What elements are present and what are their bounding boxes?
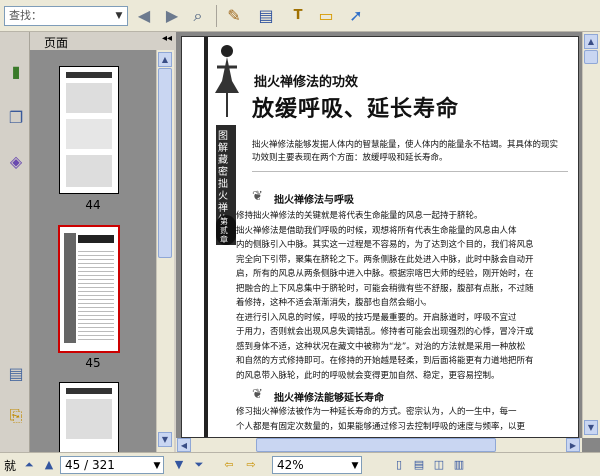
navigation-sidebar: ▮ ❐ ◈ ▤ ⎘ bbox=[0, 32, 30, 452]
panel-header: 页面 ◂◂ bbox=[30, 32, 176, 50]
body-text-line: 和自然的方式修持即可。在修持的开始越是轻柔，到后面将能更有力道地把所有 bbox=[236, 356, 534, 366]
body-text-line: 在进行引入风息的时候，呼吸的技巧是最重要的。开启脉道时，呼吸不宜过 bbox=[236, 312, 517, 323]
document-view: 图解藏密拙火禅修 第贰章 拙火禅修法的功效 放缓呼吸、延长寿命 拙火禅修法能够发… bbox=[176, 32, 600, 452]
body-text-line: 着修持，这种不适会渐渐消失，腹部也自然会缩小。 bbox=[236, 298, 432, 308]
thumb-figure bbox=[66, 155, 112, 187]
body-text-line: 于用力，否则就会出现风息失调错乱。修持者可能会出现强烈的心悸，冒冷汗或 bbox=[236, 327, 534, 337]
forward-icon[interactable]: ▶ bbox=[160, 4, 184, 28]
page-side-rule bbox=[204, 37, 208, 437]
pages-icon[interactable]: ❐ bbox=[5, 106, 27, 130]
facing-view-icon[interactable]: ◫ bbox=[430, 456, 448, 474]
bookmarks-icon[interactable]: ▮ bbox=[5, 60, 27, 84]
thumb-title bbox=[78, 235, 114, 243]
section-body: 修持拙火禅修法的关键就是将代表生命能量的风息一起持于脐轮。拙火禅修法是借助我们呼… bbox=[236, 209, 572, 383]
body-text-line: 个人都是有固定次数量的，如果能够通过修习去控制呼吸的速度与频率，以更 bbox=[236, 421, 526, 432]
thumb-sidebar-strip bbox=[64, 233, 76, 343]
thumbnail-page-45[interactable] bbox=[58, 225, 120, 353]
toolbar: 查找： ▼ ◀ ▶ ⌕ ✎ ▤ T ▭ ➚ bbox=[0, 0, 600, 32]
chapter-label: 第贰章 bbox=[220, 217, 228, 244]
thumbnail-page-44[interactable] bbox=[59, 66, 119, 194]
section-ornament-icon: ❦ bbox=[252, 387, 263, 402]
layers-icon[interactable]: ◈ bbox=[5, 150, 27, 174]
highlight-icon[interactable]: ✎ bbox=[222, 4, 246, 28]
thumb-heading bbox=[66, 388, 112, 394]
status-bar: 就 ⏶ ▲ 45 / 321 ▼ ▼ ⏷ ⇦ ⇨ 42% ▼ ▯ ▤ ◫ ▥ bbox=[0, 452, 600, 476]
thumb-heading bbox=[66, 72, 112, 78]
thumbnail-panel: 44 45 bbox=[30, 50, 156, 452]
single-page-view-icon[interactable]: ▯ bbox=[390, 456, 408, 474]
body-text-line: 修持拙火禅修法的关键就是将代表生命能量的风息一起持于脐轮。 bbox=[236, 211, 483, 221]
scrollbar-thumb[interactable] bbox=[158, 68, 172, 258]
document-scrollbar[interactable]: ▲ ▼ bbox=[582, 32, 600, 438]
body-text-line: 把融合的上下风息集中于脐轮时，可能会稍微有些不舒服，腹部有点胀，不过随 bbox=[236, 283, 534, 294]
document-page: 图解藏密拙火禅修 第贰章 拙火禅修法的功效 放缓呼吸、延长寿命 拙火禅修法能够发… bbox=[181, 36, 579, 438]
panel-title: 页面 bbox=[44, 36, 69, 50]
body-text-line: 启，所有的风息从两条侧脉中进入中脉。根据宗喀巴大师的经验，刚开始时，在 bbox=[236, 269, 534, 279]
scroll-right-icon[interactable]: ▶ bbox=[566, 438, 580, 452]
toolbar-separator bbox=[216, 5, 217, 27]
scroll-up-icon[interactable]: ▲ bbox=[584, 34, 598, 49]
section-heading: 拙火禅修法与呼吸 bbox=[274, 195, 354, 206]
scroll-left-icon[interactable]: ◀ bbox=[177, 438, 191, 452]
thumbnail-label: 45 bbox=[85, 356, 101, 370]
meditation-figure-illustration bbox=[212, 41, 242, 121]
attachments-icon[interactable]: ⎘ bbox=[5, 404, 27, 428]
thumb-text bbox=[78, 251, 114, 341]
search-zoom-icon[interactable]: ⌕ bbox=[186, 4, 210, 28]
thumbnail-page-46[interactable] bbox=[59, 382, 119, 452]
last-page-icon[interactable]: ⏷ bbox=[190, 456, 208, 474]
prev-page-icon[interactable]: ▲ bbox=[40, 456, 58, 474]
thumb-figure bbox=[66, 399, 112, 439]
scroll-up-icon[interactable]: ▲ bbox=[158, 52, 172, 67]
page-dropdown-icon[interactable]: ▼ bbox=[148, 457, 166, 475]
body-text-line: 修习拙火禅修法被作为一种延长寿命的方式。密宗认为，人的一生中，每一 bbox=[236, 407, 517, 417]
page-subtitle: 拙火禅修法的功效 bbox=[254, 75, 359, 90]
body-text-line: 感到身体不适，这种状况在藏文中被称为“龙”。对治的方法就是采用一种放松 bbox=[236, 341, 526, 352]
history-forward-icon[interactable]: ⇨ bbox=[242, 456, 260, 474]
first-page-icon[interactable]: ⏶ bbox=[20, 456, 38, 474]
arrow-icon[interactable]: ➚ bbox=[344, 4, 368, 28]
section-body: 修习拙火禅修法被作为一种延长寿命的方式。密宗认为，人的一生中，每一 个人都是有固定… bbox=[236, 405, 572, 434]
search-input[interactable]: 查找： ▼ bbox=[4, 6, 128, 26]
hscrollbar-thumb[interactable] bbox=[256, 438, 496, 452]
search-dropdown-icon[interactable]: ▼ bbox=[112, 8, 126, 24]
thumbnail-label: 44 bbox=[85, 198, 101, 212]
divider bbox=[252, 171, 568, 172]
thumb-figure bbox=[66, 119, 112, 149]
text-icon[interactable]: T bbox=[286, 4, 310, 28]
zoom-dropdown-icon[interactable]: ▼ bbox=[346, 457, 364, 475]
thumbnail-scrollbar[interactable]: ▲ ▼ bbox=[156, 50, 174, 452]
section-ornament-icon: ❦ bbox=[252, 189, 263, 204]
page-title: 放缓呼吸、延长寿命 bbox=[252, 96, 460, 122]
continuous-facing-view-icon[interactable]: ▥ bbox=[450, 456, 468, 474]
continuous-view-icon[interactable]: ▤ bbox=[410, 456, 428, 474]
body-text-line: 内的侧脉引入中脉。其实这一过程是不容易的，为了达到这个目的，我们将风息 bbox=[236, 240, 534, 250]
horizontal-scrollbar[interactable]: ◀ ▶ bbox=[176, 438, 582, 452]
next-page-icon[interactable]: ▼ bbox=[170, 456, 188, 474]
back-icon[interactable]: ◀ bbox=[132, 4, 156, 28]
comment-icon[interactable]: ▭ bbox=[314, 4, 338, 28]
note-icon[interactable]: ▤ bbox=[254, 4, 278, 28]
body-text-line: 拙火禅修法是借助我们呼吸的时候，观想将所有代表生命能量的风息由人体 bbox=[236, 225, 517, 236]
scroll-down-icon[interactable]: ▼ bbox=[584, 420, 598, 435]
collapse-panel-icon[interactable]: ◂◂ bbox=[162, 33, 172, 44]
intro-paragraph: 拙火禅修法能够发掘人体内的智慧能量，使人体内的能量永不枯竭。其具体的现实功效则主… bbox=[252, 140, 559, 163]
side-label: 图解藏密拙火禅修 bbox=[218, 131, 228, 226]
thumb-figure bbox=[66, 83, 112, 113]
status-label: 就 bbox=[4, 459, 17, 473]
scrollbar-thumb[interactable] bbox=[584, 50, 598, 64]
body-text-line: 完全向下引带，聚集在脐轮之下。两条侧脉在此处进入中脉，此时中脉会自动开 bbox=[236, 254, 534, 265]
section-heading: 拙火禅修法能够延长寿命 bbox=[274, 393, 384, 404]
body-text-line: 的风息带入脉轮，此时的呼吸就会变得更加自然、稳定，更容易控制。 bbox=[236, 370, 500, 381]
comments-panel-icon[interactable]: ▤ bbox=[5, 362, 27, 386]
history-back-icon[interactable]: ⇦ bbox=[220, 456, 238, 474]
scroll-down-icon[interactable]: ▼ bbox=[158, 432, 172, 447]
